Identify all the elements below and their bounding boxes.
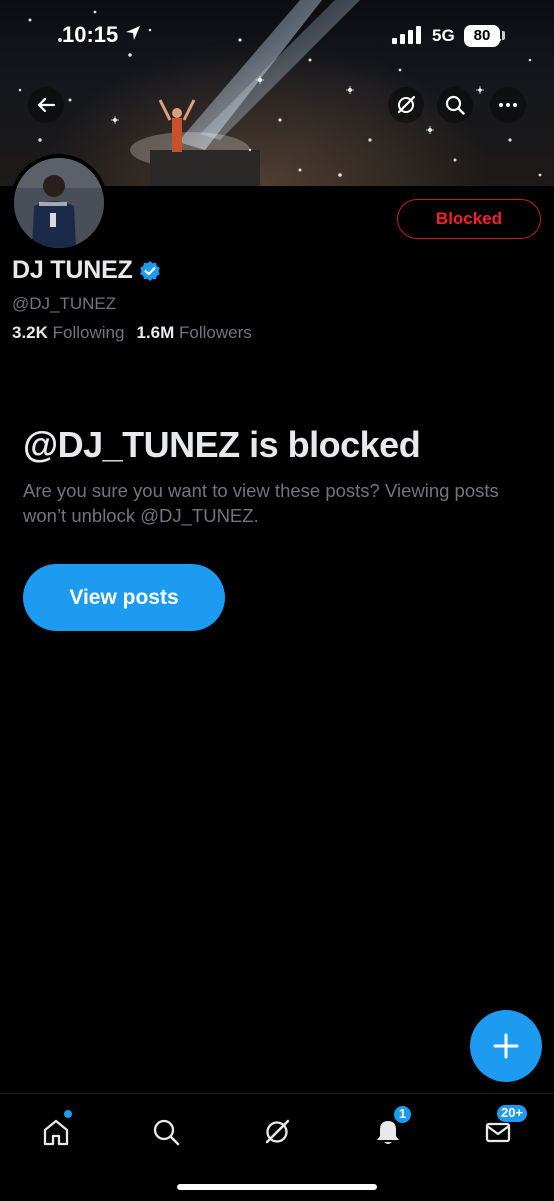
view-posts-button[interactable]: View posts [23,564,225,631]
status-bar: 10:15 5G 80 [0,0,554,72]
following-count: 3.2K [12,323,48,342]
nav-home[interactable] [34,1110,78,1154]
back-button[interactable] [28,87,64,123]
status-time: 10:15 [62,22,119,47]
search-profile-button[interactable] [437,87,473,123]
nav-grok[interactable] [255,1110,299,1154]
nav-search[interactable] [144,1110,188,1154]
signal-icon [392,26,421,44]
messages-badge: 20+ [496,1104,529,1123]
back-arrow-icon [37,97,56,113]
display-name: DJ TUNEZ [12,256,133,284]
grok-icon [397,95,416,114]
nav-messages[interactable]: 20+ [476,1104,529,1154]
profile-handle: @DJ_TUNEZ [12,294,117,313]
following-label: Following [52,323,125,342]
home-notification-dot [64,1110,72,1118]
more-icon [499,103,517,107]
verified-badge-icon[interactable] [139,260,161,282]
blocked-title: @DJ_TUNEZ is blocked [23,424,421,465]
compose-post-button[interactable] [470,1010,542,1082]
battery-level: 80 [473,27,491,44]
more-options-button[interactable] [490,87,526,123]
following-link[interactable]: 3.2K Following [12,323,124,342]
search-icon [153,1119,180,1146]
blocked-button[interactable]: Blocked [397,199,541,239]
nav-notifications[interactable]: 1 [366,1105,412,1154]
battery-tip [502,31,505,40]
location-arrow-icon [126,26,140,40]
grok-icon [265,1119,290,1144]
avatar[interactable] [10,154,108,252]
search-icon [445,95,465,115]
battery-icon: 80 [464,25,500,47]
blocked-description: Are you sure you want to view these post… [23,480,499,526]
followers-label: Followers [179,323,252,342]
followers-count: 1.6M [136,323,175,342]
profile-stats: 3.2K Following 1.6M Followers [12,323,252,343]
grok-button[interactable] [388,87,424,123]
avatar-image [14,158,104,248]
name-row: DJ TUNEZ [12,256,161,285]
followers-link[interactable]: 1.6M Followers [136,323,251,342]
home-icon [43,1119,69,1146]
plus-icon [493,1033,519,1059]
network-label: 5G [432,26,455,45]
home-indicator [177,1184,377,1190]
notifications-badge: 1 [393,1105,412,1124]
